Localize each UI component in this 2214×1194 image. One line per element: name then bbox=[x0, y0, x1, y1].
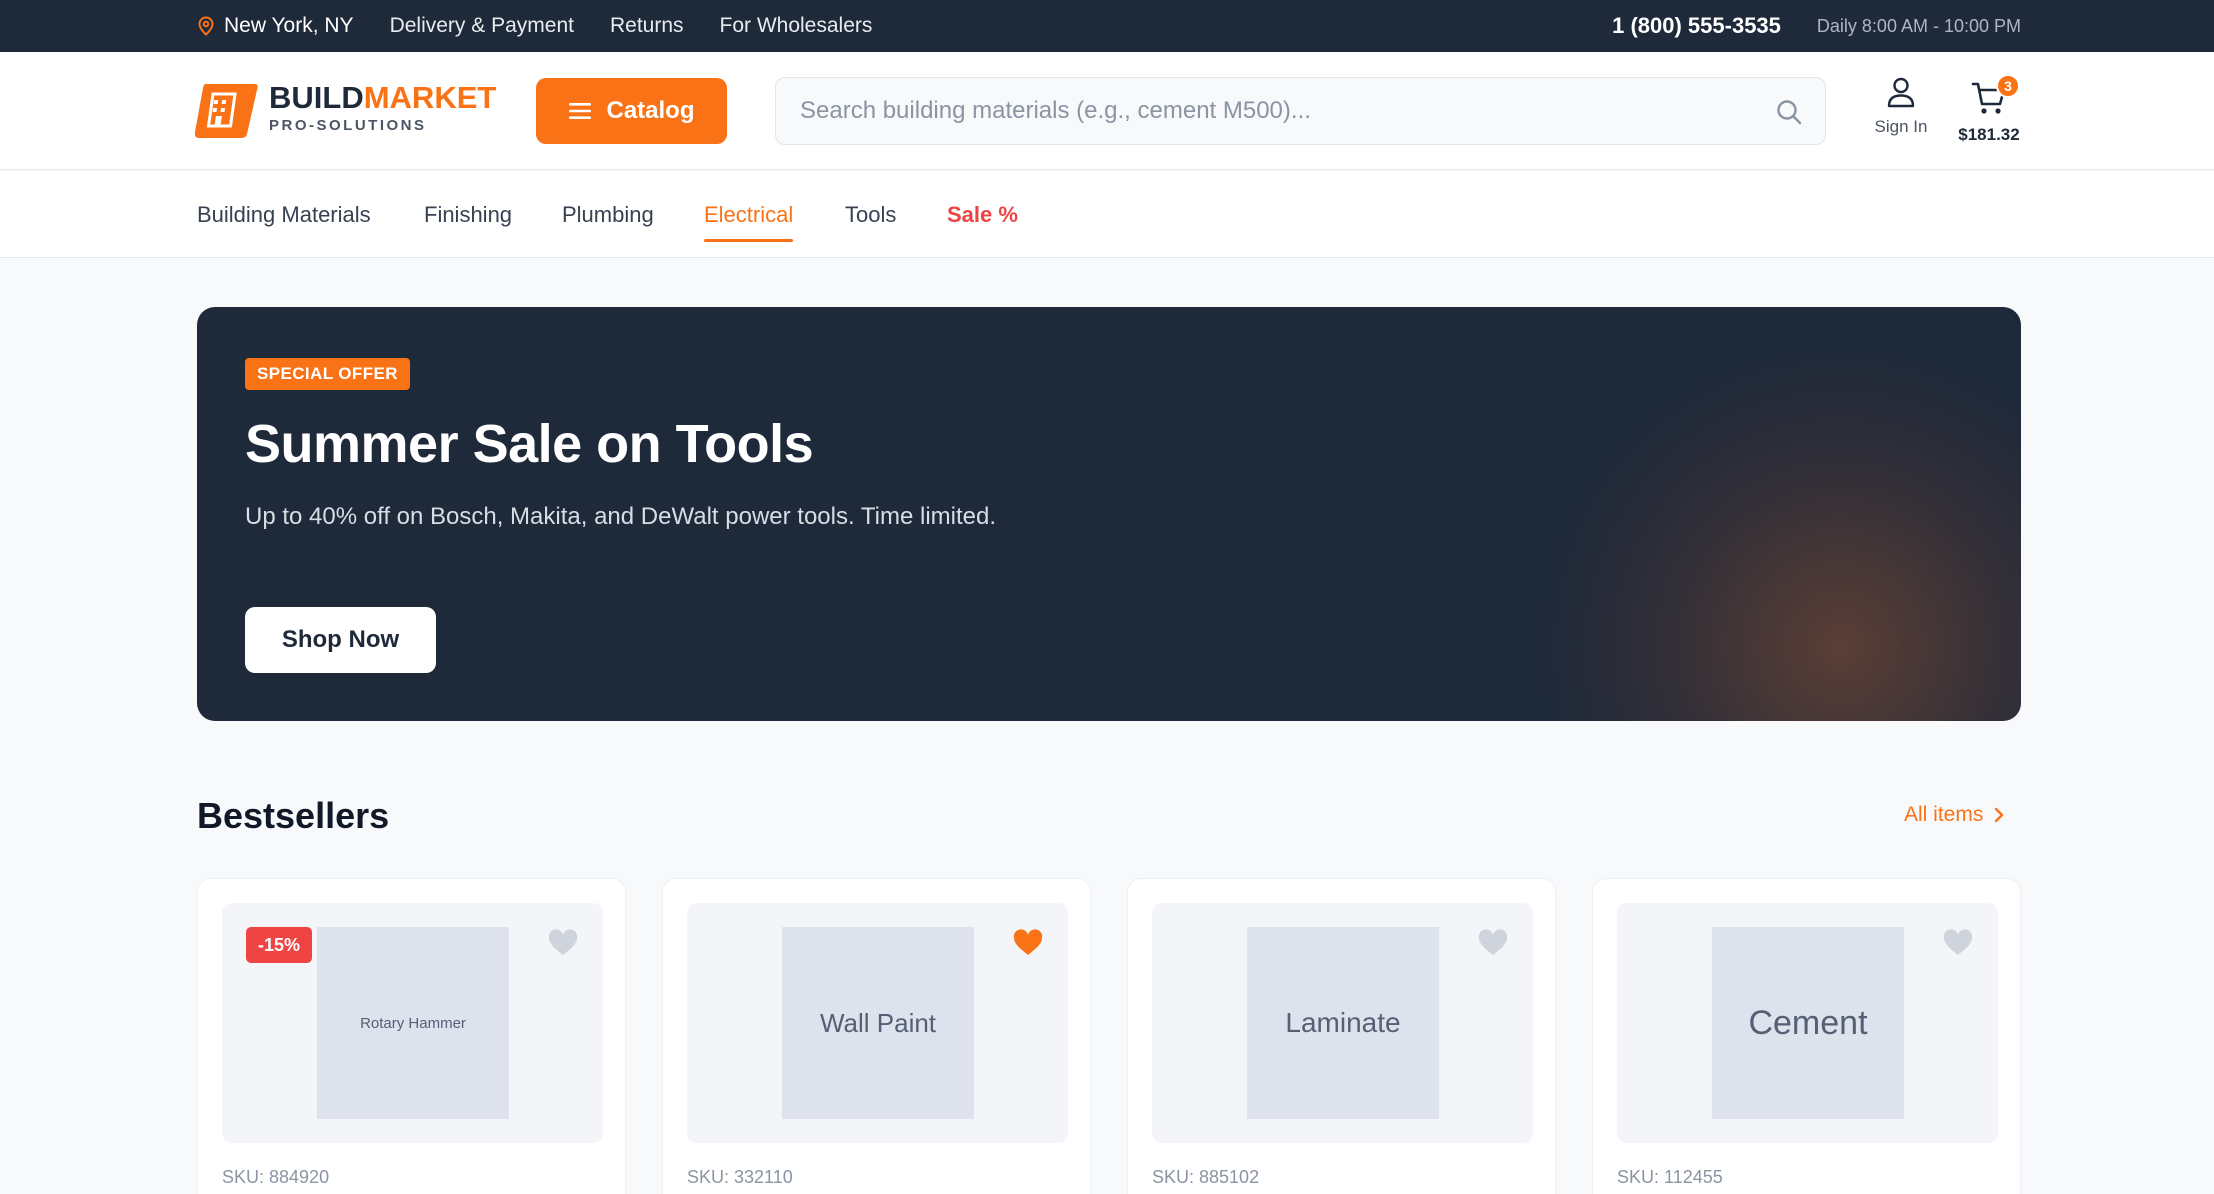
product-image[interactable]: Cement bbox=[1617, 903, 1998, 1143]
product-image[interactable]: Rotary Hammer -15% bbox=[222, 903, 603, 1143]
heart-icon[interactable] bbox=[1942, 929, 1974, 957]
section-title: Bestsellers bbox=[197, 795, 390, 836]
product-image-label: Laminate bbox=[1247, 927, 1439, 1119]
nav-plumbing[interactable]: Plumbing bbox=[562, 171, 654, 258]
nav-tools[interactable]: Tools bbox=[845, 171, 896, 258]
search-input[interactable] bbox=[800, 78, 1760, 144]
product-image-label: Rotary Hammer bbox=[317, 927, 509, 1119]
product-sku: SKU: 884920 bbox=[222, 1167, 330, 1187]
logo-tagline: PRO-SOLUTIONS bbox=[269, 117, 427, 134]
link-delivery-payment[interactable]: Delivery & Payment bbox=[390, 14, 574, 38]
logo-word-market: MARKET bbox=[363, 80, 497, 115]
logo-building-icon[interactable] bbox=[193, 80, 259, 140]
all-items-link[interactable]: All items bbox=[1904, 803, 2005, 827]
search-icon[interactable] bbox=[1775, 98, 1803, 126]
phone-number[interactable]: 1 (800) 555-3535 bbox=[1612, 13, 1781, 39]
product-sku: SKU: 112455 bbox=[1617, 1167, 1723, 1187]
working-hours: Daily 8:00 AM - 10:00 PM bbox=[1816, 15, 2021, 36]
logo-word-build: BUILD bbox=[269, 80, 364, 115]
location-selector[interactable]: New York, NY bbox=[197, 14, 354, 38]
hero-glow-decoration bbox=[1541, 347, 2021, 721]
heart-icon[interactable] bbox=[1477, 929, 1509, 957]
product-image-label: Wall Paint bbox=[782, 927, 974, 1119]
product-sku: SKU: 332110 bbox=[687, 1167, 793, 1187]
chevron-right-icon bbox=[1995, 807, 2004, 823]
nav-finishing[interactable]: Finishing bbox=[424, 171, 512, 258]
top-bar: New York, NY Delivery & Payment Returns … bbox=[0, 0, 2214, 52]
location-text: New York, NY bbox=[224, 14, 354, 37]
nav-electrical[interactable]: Electrical bbox=[704, 171, 794, 258]
hero-title: Summer Sale on Tools bbox=[245, 414, 814, 474]
main-header: BUILDMARKET PRO-SOLUTIONS Catalog Sign I… bbox=[0, 52, 2214, 170]
cart-total: $181.32 bbox=[1958, 125, 2020, 144]
product-card[interactable]: Rotary Hammer -15% SKU: 884920 bbox=[197, 878, 626, 1194]
hero-banner: SPECIAL OFFER Summer Sale on Tools Up to… bbox=[197, 307, 2021, 721]
heart-filled-icon[interactable] bbox=[1012, 929, 1044, 957]
sign-in-button[interactable]: Sign In bbox=[1870, 76, 1932, 137]
cart-button[interactable]: 3 $181.32 bbox=[1954, 74, 2024, 145]
link-wholesalers[interactable]: For Wholesalers bbox=[720, 14, 873, 38]
catalog-label: Catalog bbox=[606, 97, 695, 124]
map-pin-icon bbox=[198, 16, 214, 36]
link-returns[interactable]: Returns bbox=[610, 14, 684, 38]
product-image-label: Cement bbox=[1712, 927, 1904, 1119]
menu-icon bbox=[569, 103, 592, 119]
heart-icon[interactable] bbox=[547, 929, 579, 957]
product-image[interactable]: Laminate bbox=[1152, 903, 1533, 1143]
nav-sale[interactable]: Sale % bbox=[947, 171, 1018, 258]
product-card[interactable]: Wall Paint SKU: 332110 bbox=[662, 878, 1091, 1194]
catalog-button[interactable]: Catalog bbox=[536, 78, 727, 144]
sign-in-label: Sign In bbox=[1874, 117, 1928, 136]
nav-building-materials[interactable]: Building Materials bbox=[197, 171, 371, 258]
cart-count-badge: 3 bbox=[1996, 74, 2020, 98]
hero-description: Up to 40% off on Bosch, Makita, and DeWa… bbox=[245, 503, 997, 530]
user-icon bbox=[1887, 77, 1915, 108]
product-card[interactable]: Cement SKU: 112455 bbox=[1592, 878, 2021, 1194]
product-image[interactable]: Wall Paint bbox=[687, 903, 1068, 1143]
special-offer-badge: SPECIAL OFFER bbox=[245, 358, 410, 390]
shop-now-button[interactable]: Shop Now bbox=[245, 607, 436, 673]
all-items-label: All items bbox=[1904, 803, 1984, 826]
category-nav: Building Materials Finishing Plumbing El… bbox=[0, 171, 2214, 258]
discount-badge: -15% bbox=[246, 927, 313, 963]
product-sku: SKU: 885102 bbox=[1152, 1167, 1260, 1187]
search-bar bbox=[775, 77, 1826, 145]
product-card[interactable]: Laminate SKU: 885102 bbox=[1127, 878, 1556, 1194]
logo[interactable]: BUILDMARKET PRO-SOLUTIONS bbox=[269, 80, 497, 135]
